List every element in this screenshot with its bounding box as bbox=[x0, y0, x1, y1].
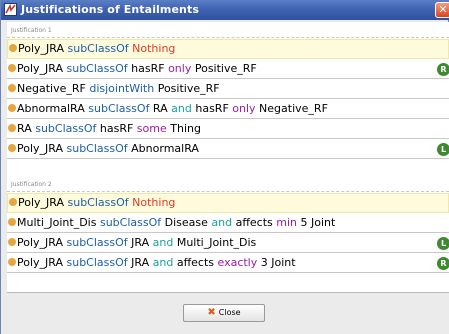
axiom-bullet-icon bbox=[8, 218, 16, 226]
axiom-bullet-icon bbox=[8, 238, 16, 246]
axiom-row[interactable]: Negative_RF disjointWith Positive_RF bbox=[7, 79, 449, 99]
axiom-badge-icon[interactable]: L bbox=[437, 143, 449, 156]
axiom-row[interactable]: Poly_JRA subClassOf AbnormalRA bbox=[7, 139, 449, 159]
axiom-bullet-icon bbox=[9, 44, 17, 52]
axiom-bullet-icon bbox=[8, 124, 16, 132]
app-window-icon bbox=[4, 3, 17, 16]
axiom-badge-icon[interactable]: R bbox=[437, 257, 449, 270]
entailment-row[interactable]: Poly_JRA subClassOf Nothing bbox=[7, 39, 449, 59]
close-icon: ✖ bbox=[207, 307, 216, 318]
axiom-badge-icon[interactable]: L bbox=[437, 237, 449, 250]
axiom-row[interactable]: Poly_JRA subClassOf hasRF only Positive_… bbox=[7, 59, 449, 79]
section-separator bbox=[7, 191, 449, 192]
section-label-justification-1: Justification 1 bbox=[11, 27, 52, 34]
axiom-bullet-icon bbox=[8, 64, 16, 72]
axiom-badge-icon[interactable]: R bbox=[437, 63, 449, 76]
axiom-row[interactable]: Poly_JRA subClassOf JRA and affects exac… bbox=[7, 253, 449, 273]
axiom-row[interactable]: AbnormalRA subClassOf RA and hasRF only … bbox=[7, 99, 449, 119]
axiom-row[interactable]: RA subClassOf hasRF some Thing bbox=[7, 119, 449, 139]
section-separator bbox=[7, 37, 449, 38]
title-bar[interactable]: Justifications of Entailments ✕ bbox=[1, 0, 449, 20]
section-label-justification-2: Justification 2 bbox=[11, 181, 52, 188]
axiom-bullet-icon bbox=[9, 198, 17, 206]
close-button-label: Close bbox=[218, 308, 241, 317]
close-button[interactable]: ✖ Close bbox=[183, 304, 265, 322]
axiom-bullet-icon bbox=[8, 258, 16, 266]
justifications-window: Justifications of Entailments ✕ Justific… bbox=[0, 0, 449, 334]
window-close-button[interactable]: ✕ bbox=[435, 2, 449, 18]
axiom-row[interactable]: Poly_JRA subClassOf JRA and Multi_Joint_… bbox=[7, 233, 449, 253]
entailment-row[interactable]: Poly_JRA subClassOf Nothing bbox=[7, 193, 449, 213]
window-title: Justifications of Entailments bbox=[21, 3, 199, 16]
dialog-footer: ✖ Close bbox=[7, 292, 449, 334]
justifications-panel: Justification 1 Poly_JRA subClassOf Noth… bbox=[7, 22, 449, 292]
axiom-row[interactable]: Multi_Joint_Dis subClassOf Disease and a… bbox=[7, 213, 449, 233]
axiom-bullet-icon bbox=[8, 144, 16, 152]
axiom-bullet-icon bbox=[8, 84, 16, 92]
axiom-bullet-icon bbox=[8, 104, 16, 112]
